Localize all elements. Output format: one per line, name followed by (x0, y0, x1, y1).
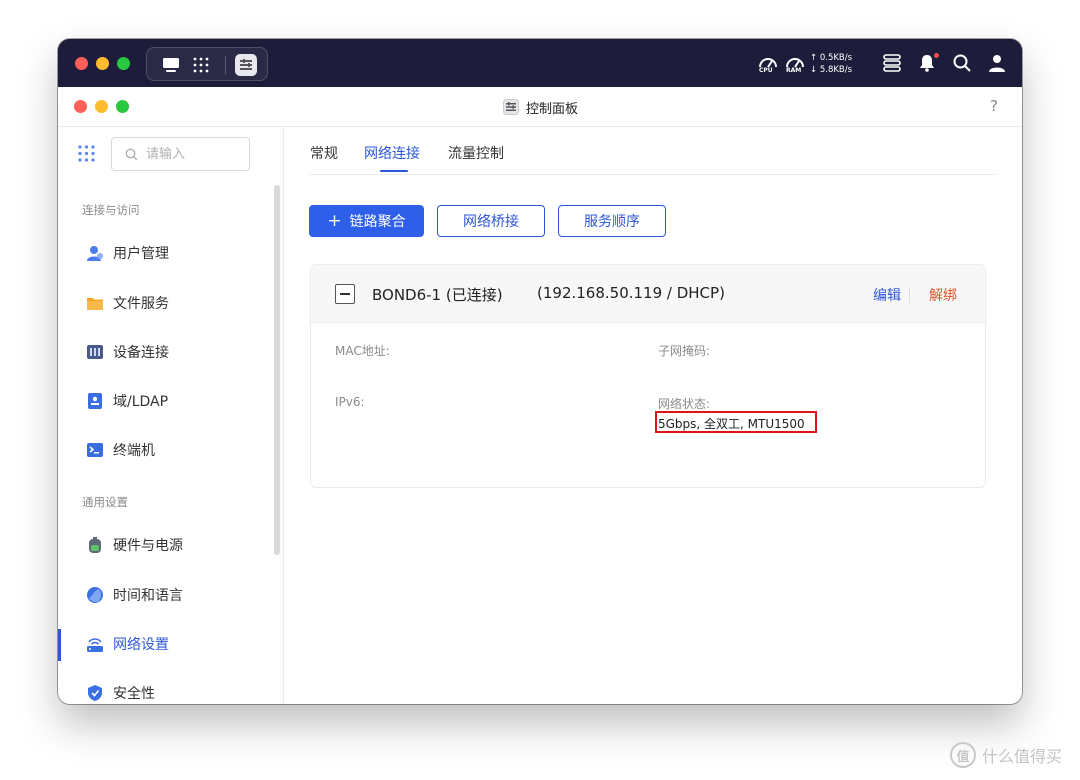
network-status-label: 网络状态: (658, 397, 711, 411)
taskbar-separator (225, 56, 226, 74)
help-icon[interactable]: ? (990, 97, 998, 115)
link-separator (909, 287, 910, 303)
sidebar-item-hardware-power[interactable]: 硬件与电源 (58, 525, 274, 565)
sidebar-item-label: 域/LDAP (113, 394, 169, 410)
search-input[interactable] (146, 144, 242, 164)
network-icon (87, 638, 103, 652)
control-panel-taskbar-icon[interactable] (235, 54, 257, 76)
main-content: 常规 网络连接 流量控制 + 链路聚合 网络桥接 服务顺序 BOND6-1 (已… (285, 127, 1022, 704)
sidebar-item-device[interactable]: 设备连接 (58, 332, 274, 372)
control-panel-icon (503, 99, 519, 115)
battery-icon (89, 537, 101, 553)
upload-speed: 0.5KB/s (819, 53, 853, 63)
window-title-bar: 控制面板 ? (58, 87, 1022, 127)
active-tab-underline (380, 170, 408, 172)
service-order-button[interactable]: 服务顺序 (558, 205, 666, 237)
search-icon (125, 148, 138, 161)
app-launcher-icon[interactable] (192, 57, 210, 73)
sidebar-scrollbar[interactable] (274, 185, 280, 555)
sidebar-item-time-language[interactable]: 时间和语言 (58, 575, 274, 615)
tab-general[interactable]: 常规 (310, 143, 338, 163)
subnet-mask-label: 子网掩码: (658, 344, 711, 358)
device-icon (87, 345, 103, 359)
terminal-icon (87, 443, 103, 457)
sidebar-item-security[interactable]: 安全性 (58, 673, 274, 704)
watermark-logo-icon: 值 (950, 742, 976, 768)
tab-bar: 常规 网络连接 流量控制 (309, 127, 997, 175)
os-frame: CPU RAM ↑ 0.5KB/s ↓ 5.8KB/s 控制面板 ? 请输入 连… (58, 39, 1022, 704)
shield-icon (88, 685, 102, 701)
bond-card-header: BOND6-1 (已连接) (192.168.50.119 / DHCP) 编辑… (311, 265, 985, 323)
maximize-window-button[interactable] (117, 57, 130, 70)
os-top-bar: CPU RAM ↑ 0.5KB/s ↓ 5.8KB/s (58, 39, 1022, 87)
search-icon[interactable] (952, 53, 972, 73)
sidebar-item-label: 安全性 (113, 686, 155, 702)
upload-arrow-icon: ↑ (810, 53, 818, 63)
sidebar-item-file-service[interactable]: 文件服务 (58, 283, 274, 323)
bond-name: BOND6-1 (已连接) (372, 286, 503, 304)
task-manager-icon[interactable] (882, 53, 902, 73)
sidebar-item-users[interactable]: 用户管理 (58, 233, 274, 273)
edit-link[interactable]: 编辑 (873, 285, 901, 305)
group-title-general: 通用设置 (82, 495, 128, 509)
window-title: 控制面板 (503, 98, 579, 117)
ram-label: RAM (786, 67, 802, 74)
window-controls (74, 100, 129, 113)
unbind-link[interactable]: 解绑 (929, 285, 957, 305)
sidebar-item-label: 网络设置 (113, 637, 169, 653)
sidebar-item-label: 用户管理 (113, 246, 169, 262)
tab-network-connection[interactable]: 网络连接 (364, 143, 420, 163)
domain-icon (88, 393, 102, 409)
link-aggregation-button[interactable]: + 链路聚合 (309, 205, 424, 237)
window-title-text: 控制面板 (526, 101, 579, 117)
close-button[interactable] (74, 100, 87, 113)
folder-icon (87, 298, 103, 310)
ipv6-label: IPv6: (335, 395, 365, 409)
globe-icon (87, 587, 103, 603)
sidebar-item-network[interactable]: 网络设置 (58, 624, 274, 664)
os-window-controls (75, 57, 130, 70)
taskbar-apps (146, 47, 268, 81)
network-bridge-button[interactable]: 网络桥接 (437, 205, 545, 237)
group-title-connect: 连接与访问 (82, 203, 140, 217)
sidebar-item-label: 设备连接 (113, 345, 169, 361)
link-aggregation-label: 链路聚合 (349, 214, 406, 230)
sidebar-item-label: 硬件与电源 (113, 538, 183, 554)
network-speed: ↑ 0.5KB/s ↓ 5.8KB/s (810, 52, 852, 76)
sidebar-item-terminal[interactable]: 终端机 (58, 430, 274, 470)
watermark: 值 什么值得买 (950, 742, 1062, 768)
download-speed: 5.8KB/s (819, 65, 853, 75)
watermark-text: 什么值得买 (982, 747, 1063, 766)
bond-card: BOND6-1 (已连接) (192.168.50.119 / DHCP) 编辑… (310, 264, 986, 488)
bond-address: (192.168.50.119 / DHCP) (537, 284, 725, 302)
desktop-icon[interactable] (162, 57, 180, 73)
close-window-button[interactable] (75, 57, 88, 70)
tab-traffic-control[interactable]: 流量控制 (448, 143, 504, 163)
mac-address-label: MAC地址: (335, 344, 390, 358)
sidebar-item-ldap[interactable]: 域/LDAP (58, 381, 274, 421)
search-box (111, 137, 250, 171)
notification-badge (933, 52, 940, 59)
plus-icon: + (327, 211, 342, 231)
sidebar-item-label: 终端机 (113, 443, 155, 459)
sidebar-item-label: 时间和语言 (113, 588, 183, 604)
collapse-button[interactable] (335, 284, 355, 304)
app-grid-icon[interactable] (78, 145, 95, 162)
download-arrow-icon: ↓ (810, 65, 818, 75)
maximize-button[interactable] (116, 100, 129, 113)
control-panel-window: 控制面板 ? 连接与访问 (58, 87, 1022, 704)
highlight-box (655, 411, 817, 433)
cpu-label: CPU (759, 67, 773, 74)
sidebar-item-label: 文件服务 (113, 296, 169, 312)
minimize-button[interactable] (95, 100, 108, 113)
user-icon (87, 246, 103, 261)
user-account-icon[interactable] (987, 53, 1007, 73)
minimize-window-button[interactable] (96, 57, 109, 70)
sidebar: 连接与访问 用户管理 文件服务 (58, 127, 284, 704)
